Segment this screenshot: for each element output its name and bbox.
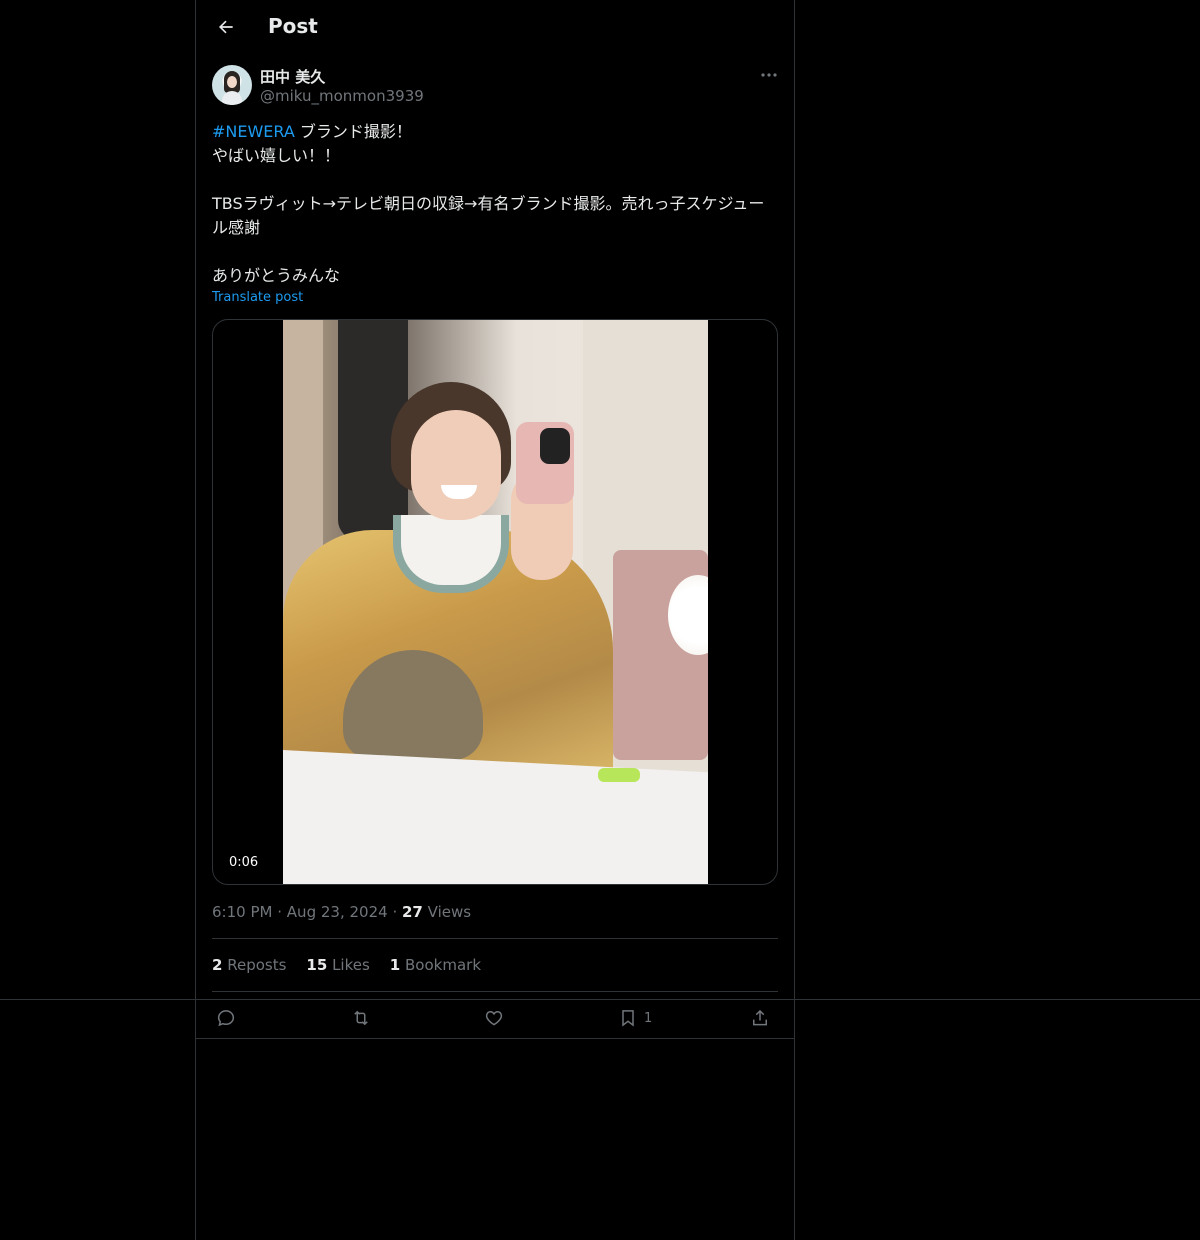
author-handle[interactable]: @miku_monmon3939 bbox=[260, 87, 424, 105]
divider bbox=[212, 991, 778, 992]
tweet-line1: ブランド撮影！ bbox=[294, 122, 412, 141]
like-button[interactable] bbox=[484, 1003, 504, 1033]
views-count: 27 bbox=[402, 903, 423, 921]
action-bar: 1 bbox=[212, 1001, 778, 1037]
tweet-body: やばい嬉しい！！ TBSラヴィット→テレビ朝日の収録→有名ブランド撮影。売れっ子… bbox=[212, 146, 765, 285]
more-options-button[interactable] bbox=[758, 64, 780, 86]
reply-button[interactable] bbox=[216, 1003, 236, 1033]
reposts-count: 2 bbox=[212, 956, 223, 974]
video-frame[interactable] bbox=[283, 320, 708, 884]
likes-stat[interactable]: 15 Likes bbox=[306, 956, 369, 974]
views-label: Views bbox=[427, 903, 472, 921]
post-time[interactable]: 6:10 PM bbox=[212, 903, 272, 921]
likes-label: Likes bbox=[332, 956, 370, 974]
video-timecode: 0:06 bbox=[229, 855, 259, 870]
engagement-stats: 2 Reposts 15 Likes 1 Bookmark bbox=[212, 956, 481, 974]
share-button[interactable] bbox=[750, 1003, 770, 1033]
translate-post-link[interactable]: Translate post bbox=[212, 290, 303, 305]
back-arrow-icon bbox=[216, 17, 236, 37]
bookmark-icon bbox=[618, 1007, 638, 1029]
header: Post bbox=[196, 0, 794, 54]
hashtag-link[interactable]: #NEWERA bbox=[212, 122, 295, 141]
post-column: Post 田中 美久 @miku_monmon3939 #NEWERA ブランド… bbox=[195, 0, 795, 1240]
likes-count: 15 bbox=[306, 956, 328, 974]
video-player[interactable]: 0:06 bbox=[212, 319, 778, 885]
share-icon bbox=[750, 1008, 770, 1028]
back-button[interactable] bbox=[208, 9, 244, 45]
action-bar-bottom-border bbox=[196, 1038, 794, 1039]
more-icon bbox=[761, 73, 777, 77]
reply-icon bbox=[216, 1008, 236, 1028]
repost-icon bbox=[350, 1008, 372, 1028]
bookmark-count: 1 bbox=[644, 1010, 653, 1026]
bookmark-button[interactable]: 1 bbox=[618, 1003, 652, 1033]
repost-button[interactable] bbox=[350, 1003, 372, 1033]
reposts-stat[interactable]: 2 Reposts bbox=[212, 956, 286, 974]
bookmarks-stat[interactable]: 1 Bookmark bbox=[390, 956, 481, 974]
author-name[interactable]: 田中 美久 bbox=[260, 66, 325, 87]
post-date[interactable]: Aug 23, 2024 bbox=[287, 903, 388, 921]
tweet-text: #NEWERA ブランド撮影！ やばい嬉しい！！ TBSラヴィット→テレビ朝日の… bbox=[212, 120, 778, 288]
heart-icon bbox=[484, 1008, 504, 1028]
divider bbox=[212, 938, 778, 939]
page-title: Post bbox=[268, 14, 318, 38]
post-meta: 6:10 PM · Aug 23, 2024 · 27 Views bbox=[212, 903, 471, 921]
avatar[interactable] bbox=[212, 65, 252, 105]
bookmarks-count: 1 bbox=[389, 956, 401, 974]
bookmarks-label: Bookmark bbox=[405, 956, 482, 974]
reposts-label: Reposts bbox=[227, 956, 287, 974]
